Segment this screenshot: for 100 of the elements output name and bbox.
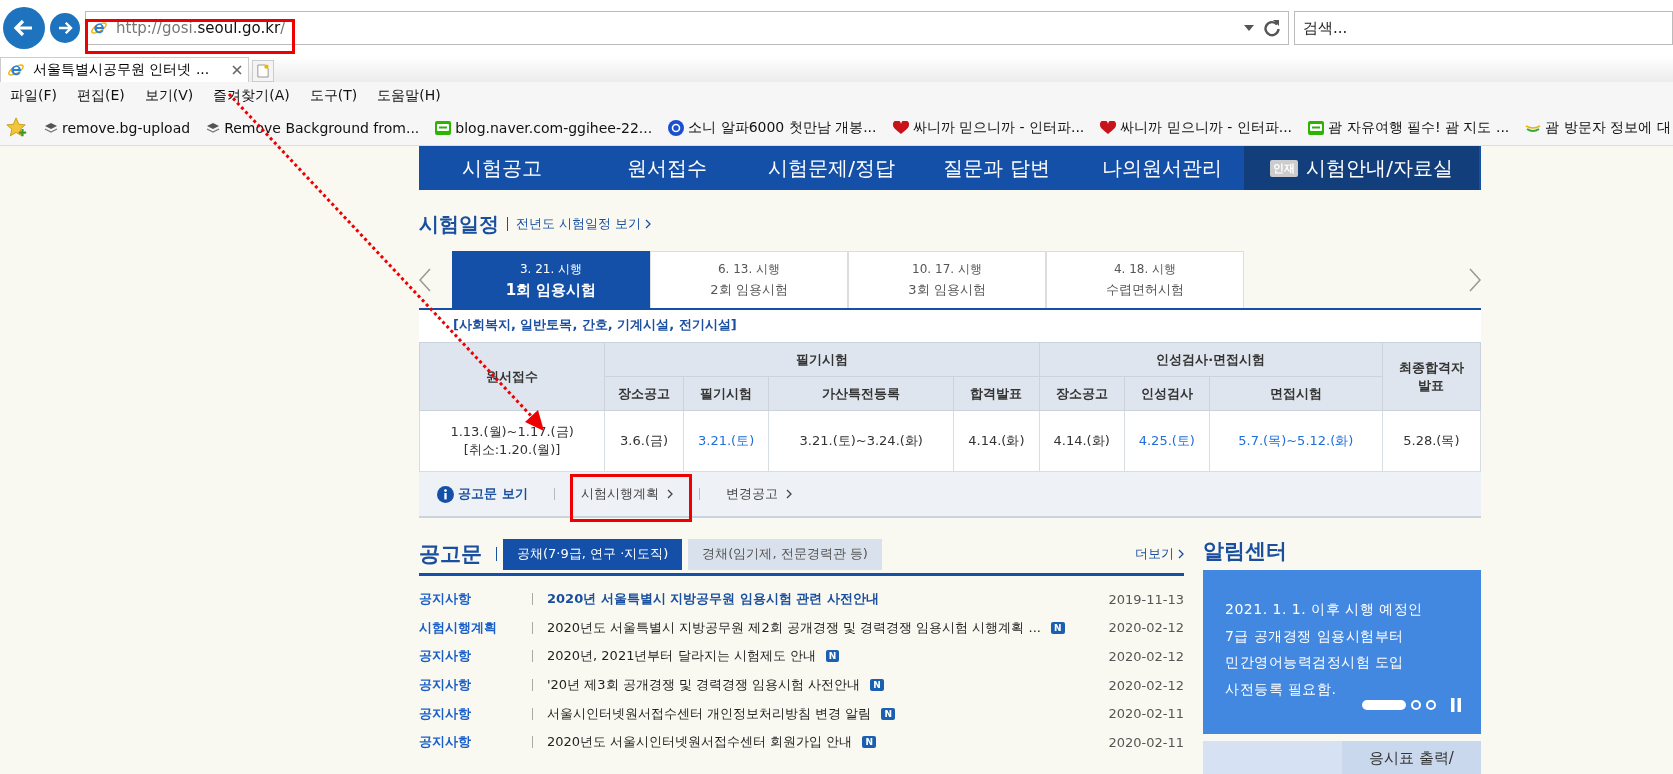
- quick-link-card[interactable]: 응시표 출력/: [1342, 741, 1481, 774]
- blog-icon: [1308, 119, 1325, 136]
- alert-text: 2021. 1. 1. 이후 시행 예정인 7급 공개경쟁 임용시험부터 민간영어능력검정시험 도입 사전등록 필요함.: [1225, 600, 1424, 699]
- table-cell: 3.6.(금): [604, 410, 684, 472]
- heart-icon: [1100, 120, 1117, 135]
- category-list: [사회복지, 일반토목, 간호, 기계시설, 전기시설]: [419, 310, 1481, 342]
- column-header: 면접시험: [1209, 376, 1383, 411]
- chevron-icon: [1178, 549, 1184, 559]
- notice-date: 2020-02-11: [1108, 734, 1184, 750]
- column-header: 합격발표: [953, 376, 1039, 411]
- notice-title[interactable]: 2020년도 서울시인터넷원서접수센터 회원가입 안내: [547, 733, 853, 752]
- notice-category[interactable]: 공지사항: [419, 704, 529, 723]
- favorite-link[interactable]: 소니 알파6000 첫만남 개봉...: [688, 118, 877, 137]
- refresh-icon[interactable]: [1262, 18, 1282, 38]
- arrow-right-icon: [56, 19, 74, 37]
- new-badge: N: [825, 650, 840, 663]
- favorite-link[interactable]: 괌 자유여행 필수! 괌 지도 ...: [1328, 118, 1510, 137]
- new-page-icon: [257, 64, 269, 78]
- notice-title[interactable]: 2020년, 2021년부터 달라지는 시험제도 안내: [547, 647, 816, 666]
- ie-logo-icon: [90, 19, 108, 37]
- column-header: 장소공고: [1039, 376, 1125, 411]
- favorite-link[interactable]: remove.bg-upload: [62, 119, 191, 136]
- notice-label: 공고문 보기: [458, 485, 528, 503]
- notice-tab[interactable]: 공채(7·9급, 연구 ·지도직): [503, 538, 683, 570]
- section-title: 알림센터: [1203, 538, 1288, 565]
- column-header: 최종합격자 발표: [1382, 342, 1481, 411]
- notice-date: 2020-02-12: [1108, 677, 1184, 693]
- slide-indicator[interactable]: [1411, 700, 1421, 710]
- notice-link[interactable]: 시험시행계획: [580, 485, 673, 503]
- notice-link[interactable]: 변경공고: [725, 485, 792, 503]
- menu-item[interactable]: 파일(F): [10, 87, 57, 105]
- table-cell: 4.25.(토): [1124, 410, 1210, 472]
- group-header: 인성검사·면접시험: [1039, 342, 1383, 377]
- new-badge: N: [1050, 621, 1065, 634]
- notice-category[interactable]: 공지사항: [419, 647, 529, 666]
- slide-indicator[interactable]: [1362, 700, 1406, 710]
- notice-category[interactable]: 공지사항: [419, 590, 529, 609]
- heart-icon: [892, 120, 909, 135]
- ie-logo-icon: [7, 61, 25, 79]
- browser-tab[interactable]: 서울특별시공무원 인터넷 ...: [0, 57, 249, 82]
- notice-title[interactable]: 2020년 서울특별시 지방공무원 임용시험 관련 사전안내: [547, 590, 879, 609]
- menu-item[interactable]: 도움말(H): [377, 87, 441, 105]
- notice-title[interactable]: 2020년도 서울특별시 지방공무원 제2회 공개경쟁 및 경력경쟁 임용시험 시행계획 ...: [547, 618, 1041, 637]
- schedule-tab[interactable]: 6. 13. 시행 2회 임용시험: [650, 251, 848, 308]
- table-cell: 4.14.(화): [953, 410, 1039, 472]
- notice-category[interactable]: 시험시행계획: [419, 618, 529, 637]
- table-cell: 4.14.(화): [1039, 410, 1125, 472]
- column-header: 가산특전등록: [768, 376, 954, 411]
- notice-title[interactable]: '20년 제3회 공개경쟁 및 경력경쟁 임용시험 사전안내: [547, 676, 861, 695]
- layers-icon: [206, 121, 221, 134]
- close-icon[interactable]: [232, 65, 242, 75]
- info-icon: [437, 485, 454, 503]
- section-title: 공고문: [419, 541, 482, 568]
- column-header: 원서접수: [419, 342, 605, 411]
- circle-badge-icon: [668, 119, 685, 136]
- favorite-link[interactable]: blog.naver.com-ggihee-22...: [455, 119, 653, 136]
- slide-indicator[interactable]: [1426, 700, 1436, 710]
- chevron-icon: [666, 489, 673, 499]
- chevron-icon: [645, 219, 652, 229]
- menu-item[interactable]: 편집(E): [77, 87, 125, 105]
- new-badge: N: [870, 679, 884, 692]
- favorite-link[interactable]: 괌 방문자 정보에 대: [1545, 118, 1671, 137]
- menu-item[interactable]: 보기(V): [144, 87, 194, 105]
- notice-category[interactable]: 공지사항: [419, 676, 529, 695]
- new-badge: N: [881, 707, 895, 720]
- notice-date: 2020-02-12: [1108, 649, 1184, 664]
- more-link[interactable]: 더보기: [1135, 545, 1184, 563]
- favorite-link[interactable]: Remove Background from...: [224, 119, 420, 136]
- schedule-tab[interactable]: 10. 17. 시행 3회 임용시험: [848, 251, 1046, 308]
- column-header: 필기시험: [683, 376, 769, 411]
- forward-button[interactable]: [50, 13, 80, 43]
- favorites-star-icon[interactable]: [6, 116, 28, 139]
- notice-category[interactable]: 공지사항: [419, 733, 529, 752]
- new-tab-button[interactable]: [252, 60, 274, 82]
- dropdown-caret-icon[interactable]: [1244, 25, 1254, 31]
- section-title: 시험일정: [419, 210, 499, 238]
- notice-title[interactable]: 서울시인터넷원서접수센터 개인정보처리방침 변경 알림: [547, 704, 872, 723]
- previous-schedule-link[interactable]: 전년도 시험일정 보기: [516, 215, 652, 233]
- new-badge: N: [862, 736, 877, 749]
- menu-item[interactable]: 도구(T): [309, 87, 358, 105]
- pause-icon[interactable]: [1451, 698, 1461, 712]
- table-cell: 3.21.(토): [683, 410, 769, 472]
- notice-date: 2020-02-12: [1108, 620, 1184, 636]
- blog-icon: [435, 119, 452, 136]
- favorite-link[interactable]: 싸니까 믿으니까 - 인터파...: [1120, 118, 1293, 137]
- notice-tab[interactable]: 경채(임기제, 전문경력관 등): [688, 538, 882, 570]
- back-button[interactable]: [3, 7, 45, 49]
- table-cell: 5.7.(목)~5.12.(화): [1209, 410, 1383, 472]
- notice-date: 2019-11-13: [1108, 591, 1184, 607]
- column-header: 인성검사: [1124, 376, 1210, 411]
- favorite-link[interactable]: 싸니까 믿으니까 - 인터파...: [912, 118, 1085, 137]
- chevron-icon: [785, 489, 792, 499]
- table-cell: 1.13.(월)~1.17.(금) [취소:1.20.(월)]: [419, 410, 605, 472]
- table-cell: 5.28.(목): [1382, 410, 1481, 472]
- schedule-tab[interactable]: 3. 21. 시행 1회 임용시험: [452, 251, 650, 308]
- schedule-tab[interactable]: 4. 18. 시행 수렵면허시험: [1046, 251, 1244, 308]
- search-field[interactable]: 검색...: [1294, 11, 1673, 45]
- column-header: 장소공고: [604, 376, 684, 411]
- layers-icon: [44, 121, 58, 134]
- menu-item[interactable]: 즐겨찾기(A): [213, 87, 290, 105]
